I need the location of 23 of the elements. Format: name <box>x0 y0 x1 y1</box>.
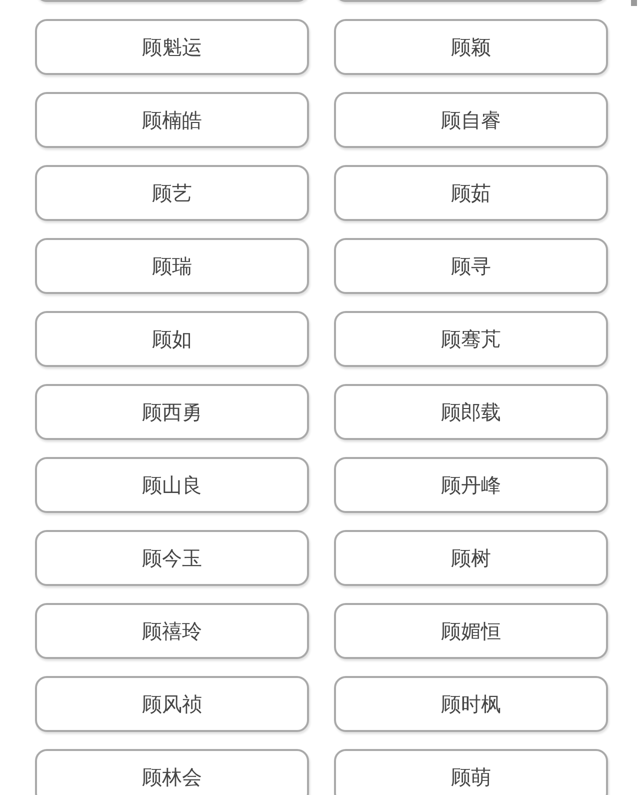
name-button[interactable]: 顾寻 <box>334 238 608 294</box>
name-button[interactable]: 顾自睿 <box>334 92 608 148</box>
name-button[interactable]: 顾树 <box>334 530 608 586</box>
name-button[interactable]: 顾媚恒 <box>334 603 608 659</box>
name-button[interactable]: 顾丹峰 <box>334 457 608 513</box>
name-button[interactable]: 顾郎载 <box>334 384 608 440</box>
name-button[interactable]: 顾风祯 <box>35 676 309 732</box>
name-button[interactable]: 顾艺 <box>35 165 309 221</box>
name-button[interactable]: 顾时枫 <box>334 676 608 732</box>
scrollbar-thumb[interactable] <box>631 0 637 6</box>
name-button[interactable]: 顾如 <box>35 311 309 367</box>
name-button[interactable]: 顾瑞 <box>35 238 309 294</box>
name-button[interactable]: 顾今玉 <box>35 530 309 586</box>
name-button[interactable]: 顾颖 <box>334 19 608 75</box>
name-button[interactable]: 顾茹 <box>334 165 608 221</box>
name-button[interactable]: 顾楠皓 <box>35 92 309 148</box>
name-button[interactable]: 顾骞芃 <box>334 311 608 367</box>
name-button[interactable]: 顾西勇 <box>35 384 309 440</box>
name-button[interactable]: 顾萌 <box>334 749 608 795</box>
name-button[interactable]: 顾林会 <box>35 749 309 795</box>
name-button[interactable]: 顾禧玲 <box>35 603 309 659</box>
name-button[interactable]: 顾山良 <box>35 457 309 513</box>
name-button[interactable]: 顾魁运 <box>35 19 309 75</box>
